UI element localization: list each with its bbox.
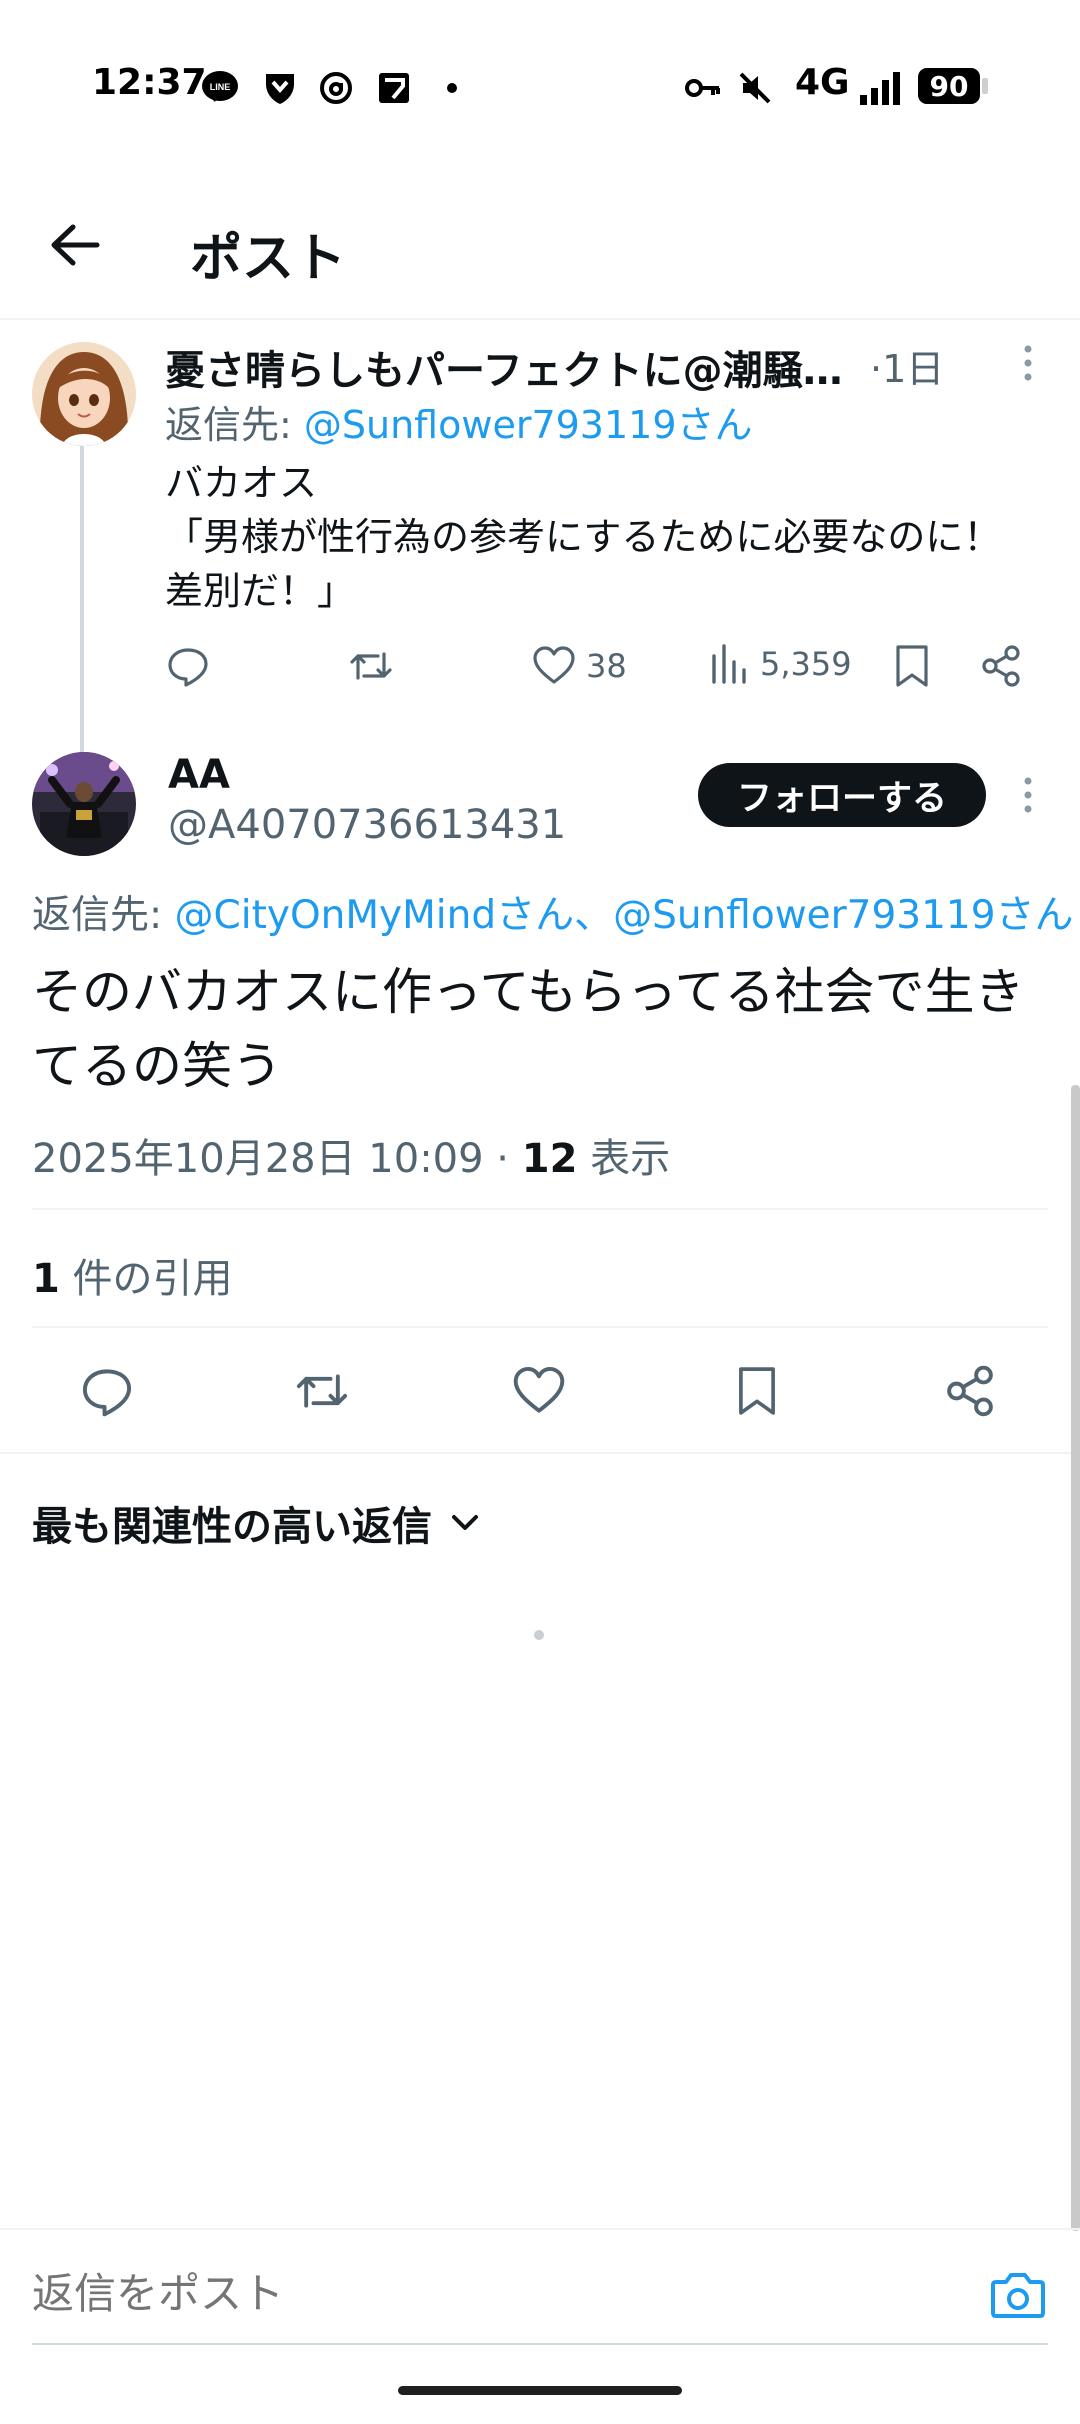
user-handle[interactable]: @A4070736613431	[168, 802, 566, 848]
divider	[32, 1208, 1048, 1210]
battery-indicator: 90	[918, 68, 980, 104]
repost-button[interactable]	[294, 1364, 350, 1418]
bookmark-icon	[896, 645, 928, 687]
heart-icon	[513, 1366, 565, 1413]
reply-to-line: 返信先: @Sunflower793119さん	[165, 394, 753, 449]
reply-to-line: 返信先: @CityOnMyMindさん、@Sunflower793119さん	[32, 884, 1074, 940]
quotes-link[interactable]: 1 件の引用	[32, 1246, 233, 1304]
repost-icon	[350, 652, 392, 680]
post-text: バカオス 「男様が性行為の参考にするために必要なのに！差別だ！」	[165, 461, 1002, 613]
header-divider	[0, 318, 1080, 320]
signal-icon	[856, 68, 906, 108]
chevron-down-icon	[452, 1515, 478, 1530]
loading-indicator	[534, 1630, 544, 1640]
heart-icon	[533, 646, 575, 684]
post-time: ·1日	[870, 347, 945, 391]
follow-button[interactable]: フォローする	[698, 763, 986, 827]
views-label: 表示	[577, 1136, 671, 1182]
page-title: ポスト	[190, 229, 347, 289]
share-icon	[947, 1365, 993, 1417]
view-count: 5,359	[760, 645, 852, 683]
line-icon: LINE	[200, 68, 240, 108]
dot-icon	[432, 68, 472, 108]
reply-icon	[82, 1369, 132, 1417]
quote-count: 1	[32, 1256, 60, 1302]
views-count: 12	[521, 1136, 578, 1182]
shield-icon	[260, 68, 300, 108]
share-button[interactable]	[944, 1364, 996, 1418]
post-datetime[interactable]: 2025年10月28日 10:09 ·	[32, 1136, 522, 1182]
like-button[interactable]: 38	[532, 644, 627, 688]
bookmark-button[interactable]	[892, 644, 932, 688]
reply-to-prefix: 返信先:	[165, 403, 304, 447]
key-icon	[683, 68, 723, 108]
avatar[interactable]	[32, 342, 136, 446]
camera-icon	[991, 2273, 1045, 2318]
battery-tip	[982, 78, 988, 94]
post-text: そのバカオスに作ってもらってる社会で生きてるの笑う	[32, 963, 1025, 1095]
like-button[interactable]	[512, 1364, 566, 1418]
svg-text:LINE: LINE	[210, 82, 231, 92]
bookmark-button[interactable]	[734, 1364, 780, 1418]
network-type: 4G	[795, 62, 850, 103]
sort-label: 最も関連性の高い返信	[32, 1504, 432, 1550]
views-button[interactable]: 5,359	[710, 644, 852, 684]
share-button[interactable]	[980, 644, 1022, 688]
like-count: 38	[586, 647, 627, 685]
reply-button[interactable]	[80, 1364, 134, 1418]
arrow-left-icon	[51, 224, 100, 266]
reply-button[interactable]	[166, 644, 210, 688]
avatar[interactable]	[32, 752, 136, 856]
analytics-icon	[712, 644, 746, 684]
input-underline	[32, 2343, 1048, 2345]
divider	[0, 1452, 1080, 1454]
share-icon	[982, 645, 1020, 687]
display-name[interactable]: 憂さ晴らしもパーフェクトに@潮騒…	[165, 338, 865, 396]
reply-to-handle[interactable]: @Sunflower793119さん	[304, 403, 753, 447]
bookmark-icon	[739, 1367, 775, 1415]
camera-button[interactable]	[985, 2265, 1051, 2325]
repost-button[interactable]	[348, 644, 394, 688]
back-button[interactable]	[40, 210, 110, 280]
repost-icon	[296, 1374, 348, 1408]
mute-icon	[735, 68, 775, 108]
reply-to-prefix: 返信先:	[32, 893, 175, 938]
threads-icon	[316, 68, 356, 108]
divider	[0, 2228, 1080, 2230]
scrollbar[interactable]	[1071, 1085, 1080, 2231]
reply-icon	[168, 648, 208, 687]
divider	[32, 1326, 1048, 1328]
thread-line	[80, 440, 84, 755]
reply-input[interactable]	[32, 2270, 992, 2318]
post-meta: 2025年10月28日 10:09 · 12 表示	[32, 1126, 670, 1184]
home-indicator[interactable]	[398, 2386, 682, 2395]
reply-to-handles[interactable]: @CityOnMyMindさん、@Sunflower793119さん	[175, 893, 1074, 938]
news-icon	[374, 68, 414, 108]
status-time: 12:37	[92, 62, 207, 103]
more-options-icon[interactable]	[1008, 338, 1048, 388]
more-options-icon[interactable]	[1008, 770, 1048, 820]
display-name[interactable]: AA	[168, 752, 230, 798]
quote-label: 件の引用	[59, 1256, 233, 1302]
replies-sort-dropdown[interactable]: 最も関連性の高い返信	[32, 1494, 480, 1552]
